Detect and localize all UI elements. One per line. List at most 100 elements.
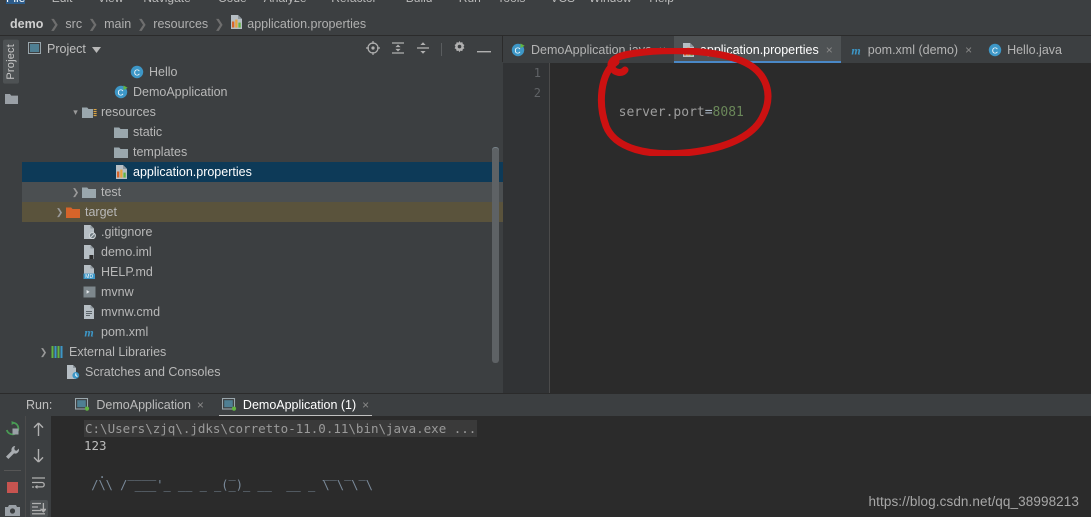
wrench-icon[interactable] [4, 445, 22, 460]
chevron-down-icon[interactable]: ▾ [70, 107, 81, 118]
stop-icon[interactable] [4, 481, 22, 495]
toolbar-divider [441, 42, 442, 56]
menu-item-analyze[interactable]: Analyze [264, 0, 307, 4]
menu-item-view[interactable]: View [98, 0, 124, 4]
menu-item-tools[interactable]: Tools [497, 0, 525, 4]
chevron-right-icon[interactable]: ❯ [54, 207, 65, 218]
breadcrumb-item-application-properties[interactable]: application.properties [230, 15, 366, 32]
tree-item-resources[interactable]: ▾ resources [22, 102, 503, 122]
menu-item-build[interactable]: Build [406, 0, 433, 4]
tree-item-label: mvnw [101, 285, 134, 299]
project-tool-button[interactable]: Project [3, 40, 19, 84]
breadcrumb-separator: ❯ [214, 16, 225, 31]
breadcrumb-item-main[interactable]: main [104, 17, 131, 31]
run-label: Run: [26, 398, 53, 412]
tree-item-mvnw[interactable]: mvnw [22, 282, 503, 302]
tree-item-demo-iml[interactable]: demo.iml [22, 242, 503, 262]
minimize-icon[interactable] [477, 42, 491, 56]
toolbar-divider [4, 470, 21, 471]
tree-item-external-libraries[interactable]: ❯ External Libraries [22, 342, 503, 362]
run-tab-demoapplication-1-[interactable]: DemoApplication (1) × [213, 394, 378, 417]
tree-item-mvnw-cmd[interactable]: mvnw.cmd [22, 302, 503, 322]
menu-item-navigate[interactable]: Navigate [143, 0, 190, 4]
run-config-icon [75, 398, 90, 412]
properties-file-icon [230, 15, 243, 32]
scroll-to-end-icon[interactable] [29, 499, 48, 517]
editor-tab-demoapplication-java[interactable]: C DemoApplication.java × [503, 36, 674, 63]
menu-item-run[interactable]: Run [459, 0, 481, 4]
tree-item-hello[interactable]: C Hello [22, 62, 503, 82]
tree-item-label: target [85, 205, 117, 219]
tree-item-static[interactable]: static [22, 122, 503, 142]
tree-item-label: resources [101, 105, 156, 119]
arrow-down-icon[interactable] [30, 447, 48, 464]
editor-tab-pom-xml-demo-[interactable]: m pom.xml (demo) × [841, 36, 980, 63]
breadcrumb: demo ❯ src ❯ main ❯ resources ❯ application.prop… [0, 12, 1091, 36]
chevron-down-icon[interactable] [91, 42, 101, 56]
run-tab-demoapplication[interactable]: DemoApplication × [66, 394, 213, 417]
tree-item-help-md[interactable]: MD HELP.md [22, 262, 503, 282]
menu-item-help[interactable]: Help [649, 0, 674, 4]
editor-tab-hello-java[interactable]: C Hello.java [980, 36, 1070, 63]
gitignore-icon [81, 224, 97, 240]
tree-item--gitignore[interactable]: .gitignore [22, 222, 503, 242]
run-toolbar-primary [0, 416, 25, 517]
camera-icon[interactable] [4, 503, 22, 517]
tree-item-templates[interactable]: templates [22, 142, 503, 162]
tree-item-demoapplication[interactable]: C DemoApplication [22, 82, 503, 102]
menu-item-refactor[interactable]: Refactor [331, 0, 376, 4]
tree-item-scratches-and-consoles[interactable]: Scratches and Consoles [22, 362, 503, 382]
properties-file-icon [113, 164, 129, 180]
rerun-icon[interactable] [4, 421, 22, 436]
folder-icon [113, 124, 129, 140]
arrow-up-icon[interactable] [30, 421, 48, 438]
markdown-file-icon: MD [81, 264, 97, 280]
run-tab-strip: DemoApplication × DemoApplication (1) × [66, 394, 378, 417]
menu-item-vcs[interactable]: VCS [550, 0, 575, 4]
folder-icon[interactable] [5, 93, 18, 107]
breadcrumb-item-demo[interactable]: demo [10, 17, 43, 31]
tree-item-pom-xml[interactable]: m pom.xml [22, 322, 503, 342]
breadcrumb-separator: ❯ [49, 16, 60, 31]
menu-item-window[interactable]: Window [589, 0, 632, 4]
close-icon[interactable]: × [659, 43, 666, 57]
tree-item-label: HELP.md [101, 265, 153, 279]
tree-item-label: application.properties [133, 165, 252, 179]
close-icon[interactable]: × [826, 43, 833, 57]
expand-all-icon[interactable] [391, 41, 405, 58]
code-line-2[interactable]: server.port=8081 [556, 83, 744, 120]
editor-tab-label: DemoApplication.java [531, 42, 652, 57]
close-icon[interactable]: × [965, 43, 972, 57]
tree-item-application-properties[interactable]: application.properties [22, 162, 503, 182]
project-window-icon [28, 41, 41, 57]
project-tree[interactable]: C Hello C DemoApplication ▾ resources static te… [22, 62, 503, 393]
folder-icon [113, 144, 129, 160]
close-icon[interactable]: × [197, 398, 204, 412]
spring-banner-line-2: /\\ / ___'_ __ _ _(_)_ __ __ _ \ \ \ \ [84, 478, 373, 492]
gear-icon[interactable] [453, 41, 466, 57]
chevron-right-icon[interactable]: ❯ [38, 347, 49, 358]
project-view-selector[interactable]: Project [28, 41, 101, 57]
locate-icon[interactable] [366, 40, 380, 58]
editor-area: C DemoApplication.java × application.proper… [503, 36, 1091, 393]
breadcrumb-separator: ❯ [137, 16, 148, 31]
menu-item-file[interactable]: File [6, 0, 26, 4]
close-icon[interactable]: × [362, 398, 369, 412]
breadcrumb-item-src[interactable]: src [65, 17, 82, 31]
tree-item-label: pom.xml [101, 325, 149, 339]
chevron-right-icon[interactable]: ❯ [70, 187, 81, 198]
menu-item-code[interactable]: Code [218, 0, 247, 4]
collapse-all-icon[interactable] [416, 41, 430, 58]
breadcrumb-item-resources[interactable]: resources [153, 17, 208, 31]
svg-text:MD: MD [85, 274, 93, 279]
menu-item-edit[interactable]: Edit [52, 0, 73, 4]
tree-item-test[interactable]: ❯ test [22, 182, 503, 202]
soft-wrap-icon[interactable] [30, 474, 48, 491]
tree-scrollbar-thumb[interactable] [492, 148, 499, 363]
run-tool-window-header: Run: DemoApplication × DemoApplication (1)… [0, 393, 1091, 417]
editor-code-area[interactable]: server.port=8081 [551, 63, 1091, 393]
svg-text:m: m [84, 326, 93, 340]
tree-item-target[interactable]: ❯ target [22, 202, 503, 222]
menu-bar[interactable]: File Edit View Navigate Code Analyze Refactor B… [0, 0, 1091, 12]
editor-tab-application-properties[interactable]: application.properties × [673, 36, 841, 63]
